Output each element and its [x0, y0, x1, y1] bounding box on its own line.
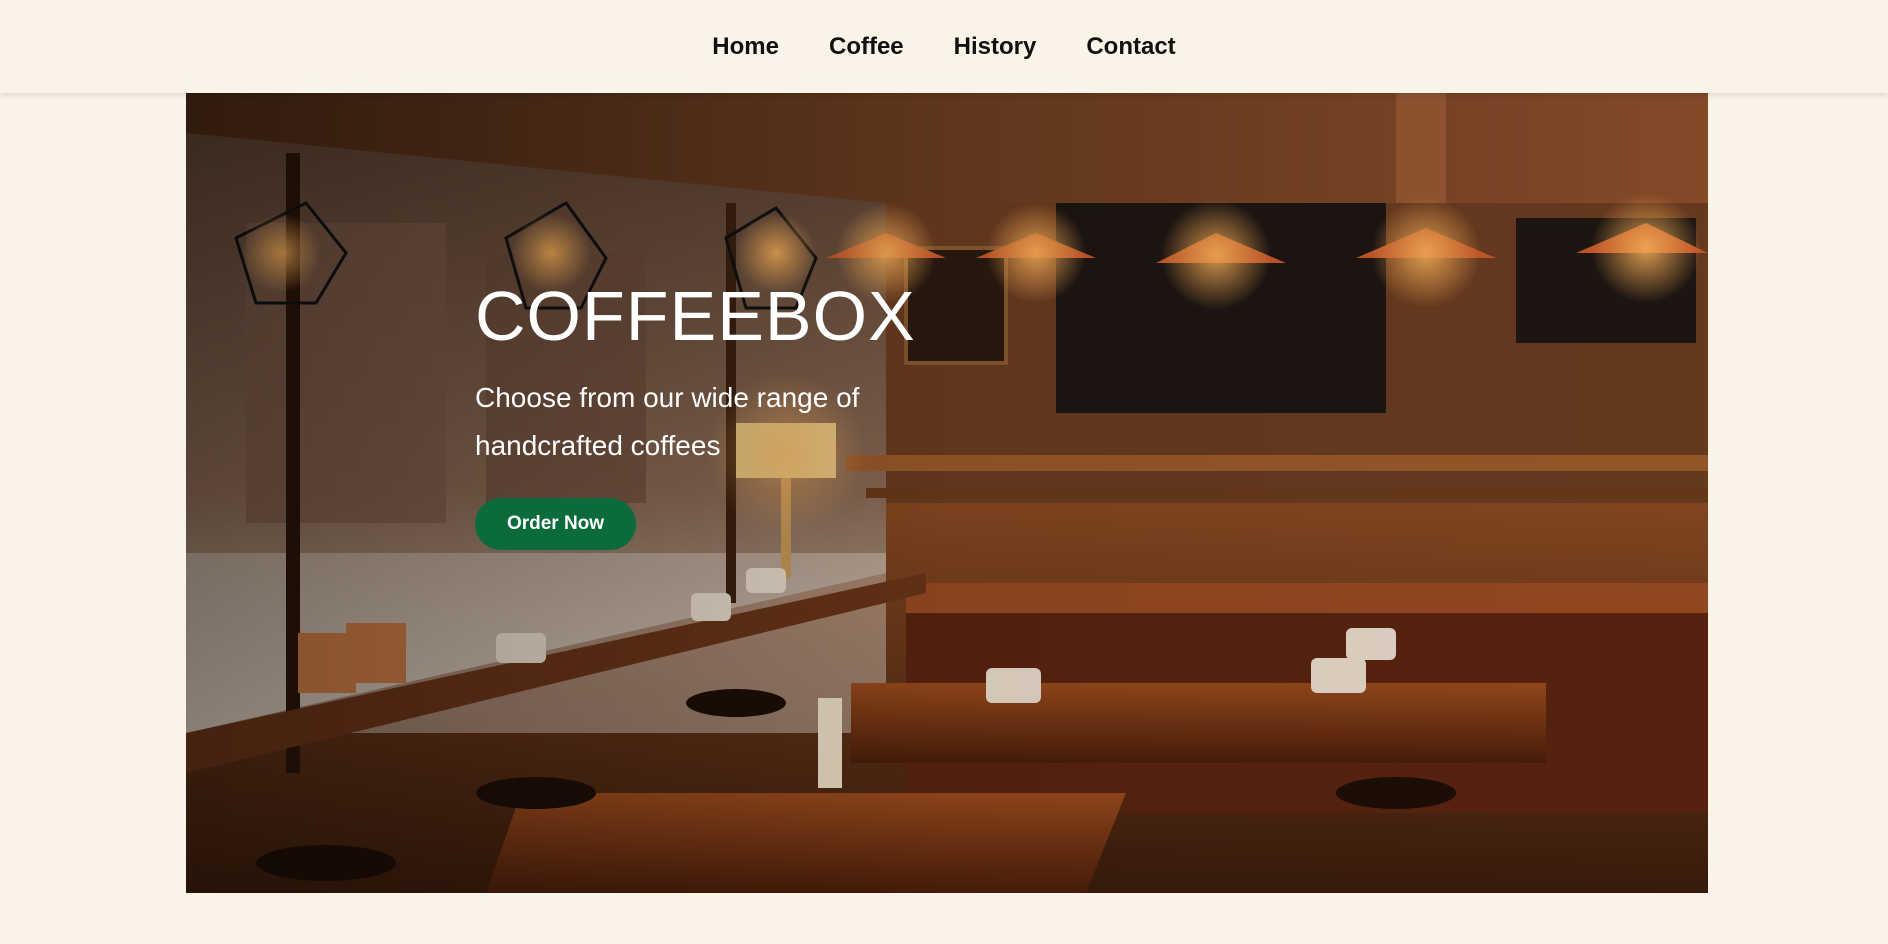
nav-item-home: Home: [687, 0, 804, 93]
nav-item-coffee: Coffee: [804, 0, 929, 93]
main-nav: Home Coffee History Contact: [687, 0, 1200, 93]
nav-link-contact[interactable]: Contact: [1061, 33, 1200, 60]
nav-link-coffee[interactable]: Coffee: [804, 33, 929, 60]
hero-section: COFFEEBOX Choose from our wide range of …: [186, 93, 1708, 893]
nav-item-history: History: [929, 0, 1062, 93]
nav-item-contact: Contact: [1061, 0, 1200, 93]
nav-list: Home Coffee History Contact: [687, 0, 1200, 93]
top-navbar: Home Coffee History Contact: [0, 0, 1888, 93]
nav-link-history[interactable]: History: [929, 33, 1062, 60]
hero-title: COFFEEBOX: [475, 277, 916, 355]
hero-subtitle: Choose from our wide range of handcrafte…: [475, 382, 860, 461]
order-now-button[interactable]: Order Now: [475, 498, 636, 550]
hero-content: COFFEEBOX Choose from our wide range of …: [475, 278, 995, 550]
nav-link-home[interactable]: Home: [687, 33, 804, 60]
